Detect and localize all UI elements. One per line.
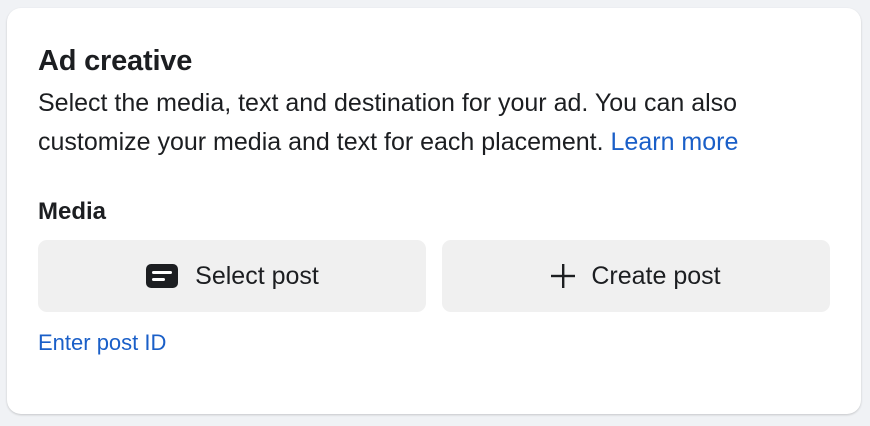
create-post-button[interactable]: Create post <box>442 240 830 312</box>
section-description: Select the media, text and destination f… <box>38 84 838 162</box>
plus-icon <box>551 264 576 288</box>
enter-post-id-link[interactable]: Enter post ID <box>38 330 166 356</box>
create-post-label: Create post <box>591 261 721 290</box>
media-label: Media <box>38 198 107 225</box>
select-post-label: Select post <box>195 261 319 290</box>
ad-creative-card: Ad creative Select the media, text and d… <box>7 8 861 414</box>
post-icon <box>145 263 179 289</box>
section-title: Ad creative <box>38 45 193 77</box>
learn-more-link[interactable]: Learn more <box>611 128 739 156</box>
select-post-button[interactable]: Select post <box>38 240 426 312</box>
